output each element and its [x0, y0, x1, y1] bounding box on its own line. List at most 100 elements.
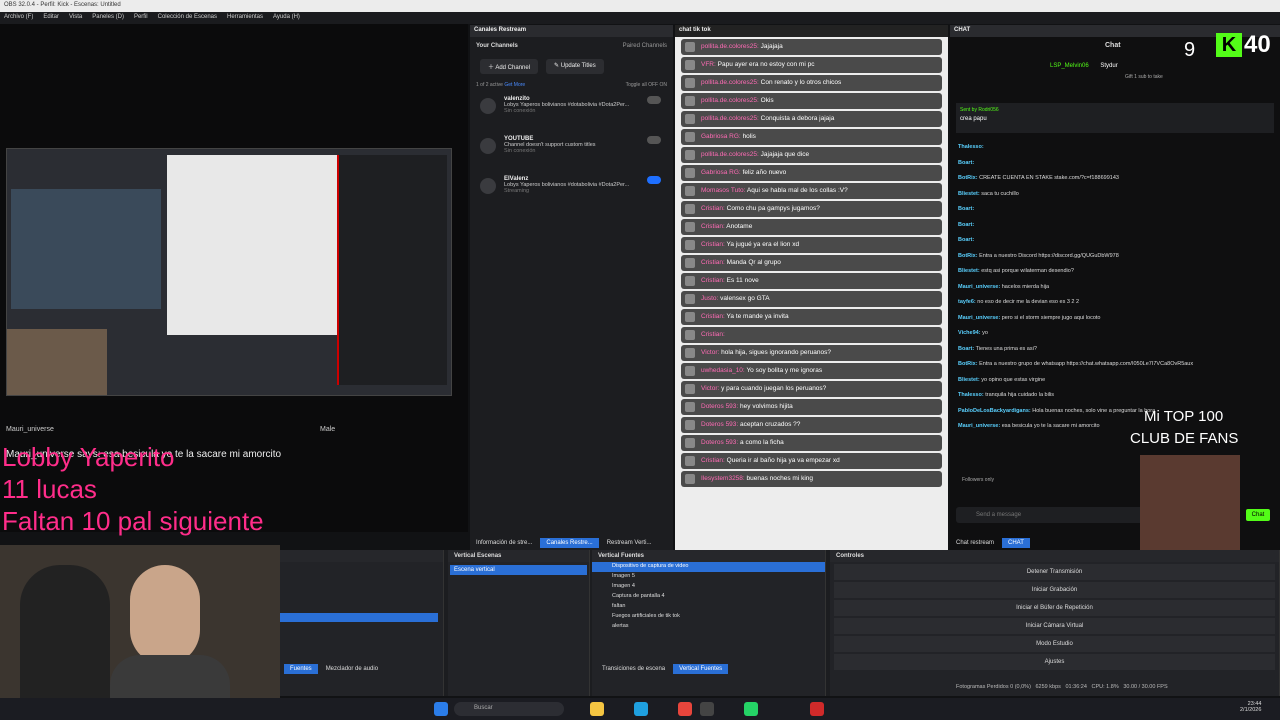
update-titles-button[interactable]: ✎ Update Titles: [546, 59, 604, 74]
tiktok-avatar-icon: [685, 78, 695, 88]
file-explorer-icon[interactable]: [590, 702, 604, 716]
tiktok-avatar-icon: [685, 402, 695, 412]
tiktok-message: pollita.de.colores25: Jajajaja que dice: [681, 147, 942, 163]
restream-tab[interactable]: Canales Restre...: [540, 538, 599, 548]
source-item[interactable]: Captura de pantalla 4: [592, 592, 825, 602]
tiktok-user: Momasos Tuto:: [701, 187, 746, 194]
paired-channels-tab[interactable]: Paired Channels: [623, 43, 667, 49]
channel-toggle[interactable]: [647, 176, 661, 184]
whatsapp-icon[interactable]: [744, 702, 758, 716]
tiktok-text: hola hija, sigues ignorando peruanos?: [721, 349, 831, 356]
restream-tab[interactable]: Información de stre...: [470, 538, 538, 548]
control-button[interactable]: Iniciar Cámara Virtual: [834, 618, 1275, 634]
restream-tab[interactable]: Restream Verti...: [601, 538, 658, 548]
your-channels-tab[interactable]: Your Channels: [476, 43, 518, 49]
tiktok-user: uwhedasia_10:: [701, 367, 745, 374]
source-item[interactable]: faltan: [592, 602, 825, 612]
tiktok-avatar-icon: [685, 276, 695, 286]
menu-item[interactable]: Vista: [69, 14, 82, 22]
dock-tab[interactable]: Vertical Fuentes: [673, 664, 729, 674]
tiktok-avatar-icon: [685, 294, 695, 304]
overlay-line-2: 11 lucas: [2, 474, 97, 504]
restream-panel-title: Canales Restream: [470, 25, 673, 37]
chat-message: Mauri_universe: pero si el storm siempre…: [950, 310, 1280, 326]
overlay-line-1: Lobby Yaperito: [2, 442, 175, 472]
chat-text: no eso de decir me la devian eso es 3 2 …: [977, 299, 1080, 305]
vertical-sources-column: Vertical Fuentes Dispositivo de captura …: [592, 550, 826, 696]
tiktok-avatar-icon: [685, 114, 695, 124]
tiktok-user: VFR:: [701, 61, 716, 68]
channel-status: Streaming: [504, 188, 530, 194]
chat-message: Boart:: [950, 155, 1280, 171]
chat-tab[interactable]: Chat restream: [950, 538, 1000, 548]
chat-tab[interactable]: CHAT: [1002, 538, 1030, 548]
taskbar-search[interactable]: Buscar: [454, 702, 564, 716]
menu-item[interactable]: Paneles (D): [92, 14, 124, 22]
tiktok-text: Yo soy bolita y me ignoras: [746, 367, 823, 374]
kick-count: 40: [1244, 31, 1271, 58]
source-item[interactable]: [592, 632, 825, 642]
tiktok-text: Conquista a debora jajaja: [760, 115, 835, 122]
source-item[interactable]: Dispositivo de captura de video: [592, 562, 825, 572]
control-button[interactable]: Iniciar Grabación: [834, 582, 1275, 598]
tiktok-avatar-icon: [685, 384, 695, 394]
toggle-all[interactable]: Toggle all OFF ON: [626, 82, 667, 88]
dock-tab[interactable]: Mezclador de audio: [320, 664, 384, 674]
menu-item[interactable]: Colección de Escenas: [158, 14, 217, 22]
edge-icon[interactable]: [634, 702, 648, 716]
obs-icon[interactable]: [700, 702, 714, 716]
chat-user: Mauri_universe:: [958, 314, 1001, 321]
tiktok-text: valensex go GTA: [720, 295, 770, 302]
chrome-icon[interactable]: [678, 702, 692, 716]
tiktok-user: Doteros 593:: [701, 403, 739, 410]
dock-tab[interactable]: Fuentes: [284, 664, 318, 674]
windows-start-icon[interactable]: [434, 702, 448, 716]
menu-item[interactable]: Perfil: [134, 14, 148, 22]
source-item[interactable]: alertas: [592, 622, 825, 632]
tiktok-avatar-icon: [685, 204, 695, 214]
channel-toggle[interactable]: [647, 96, 661, 104]
tiktok-avatar-icon: [685, 168, 695, 178]
dock-tab[interactable]: Transiciones de escena: [596, 664, 671, 674]
chat-tabs: Chat restream CHAT: [950, 538, 1150, 548]
channel-row: valenzito Lobys Yaperos bolivianos #dotab…: [470, 92, 673, 132]
tiktok-text: holis: [742, 133, 756, 140]
tiktok-text: a como la ficha: [740, 439, 784, 446]
controls-column: Controles Detener Transmisión Iniciar Gra…: [830, 550, 1280, 696]
source-item[interactable]: Imagen 4: [592, 582, 825, 592]
control-button[interactable]: Iniciar el Búfer de Repetición: [834, 600, 1275, 616]
control-button[interactable]: Modo Estudio: [834, 636, 1275, 652]
controls-header: Controles: [830, 550, 1279, 562]
alert-user: Mauri_universe: [6, 426, 54, 433]
chat-text: esa besicula yo te la sacare mi amorcito: [1001, 423, 1100, 429]
tiktok-user: Gabriosa RG:: [701, 133, 741, 140]
tiktok-avatar-icon: [685, 258, 695, 268]
get-more-link[interactable]: Get More: [504, 82, 525, 88]
clock-date: 2/1/2026: [1240, 707, 1262, 713]
pinned-by: Sent by Rodri056: [960, 107, 999, 113]
chat-message: tayfe6: no eso de decir me la devian eso…: [950, 294, 1280, 310]
chat-user: Thalesso:: [958, 392, 984, 398]
chat-send-button[interactable]: Chat: [1246, 509, 1270, 521]
menu-item[interactable]: Herramientas: [227, 14, 263, 22]
menu-item[interactable]: Ayuda (H): [273, 14, 300, 22]
control-button[interactable]: Ajustes: [834, 654, 1275, 670]
source-item[interactable]: Fuegos artificiales de tik tok: [592, 612, 825, 622]
app-icon[interactable]: [810, 702, 824, 716]
chat-user: Boart:: [958, 206, 975, 212]
scene-item[interactable]: Escena vertical: [450, 565, 587, 575]
club-overlay-top: Mi TOP 100: [1144, 408, 1224, 425]
status-cpu: CPU: 1.8%: [1091, 684, 1119, 690]
control-button[interactable]: Detener Transmisión: [834, 564, 1275, 580]
tiktok-avatar-icon: [685, 438, 695, 448]
menu-item[interactable]: Archivo (F): [4, 14, 33, 22]
add-channel-button[interactable]: ＋ Add Channel: [480, 59, 539, 74]
tiktok-message: Cristian: Manda Qr al grupo: [681, 255, 942, 271]
menu-item[interactable]: Editar: [43, 14, 59, 22]
tiktok-message: pollita.de.colores25: Jajajaja: [681, 39, 942, 55]
channel-toggle[interactable]: [647, 136, 661, 144]
chat-text: tranquila hija cuidado la bilis: [985, 392, 1055, 398]
tiktok-text: Ya jugué ya era el lion xd: [726, 241, 800, 248]
sources-selected-row[interactable]: [280, 613, 438, 622]
source-item[interactable]: Imagen 5: [592, 572, 825, 582]
